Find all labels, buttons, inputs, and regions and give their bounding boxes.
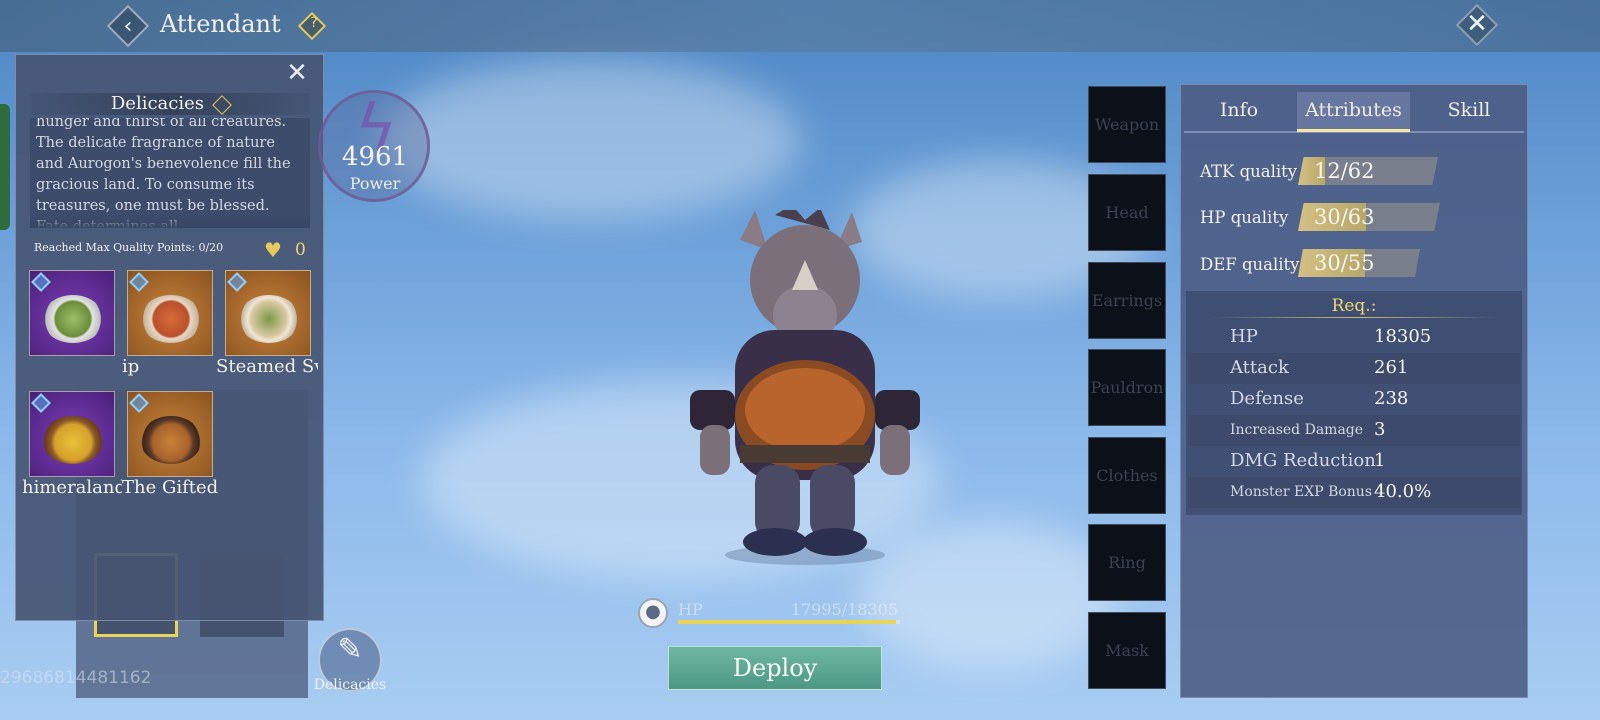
water-drop-icon: ● <box>645 601 661 622</box>
delicacies-button-label: Delicacies <box>313 677 387 693</box>
req-value: 40.0% <box>1374 481 1432 502</box>
equip-slot-label: Clothes <box>1096 466 1158 485</box>
gem-icon <box>31 393 51 413</box>
equip-slot-head[interactable]: Head <box>1088 174 1166 251</box>
dish-name: Steamed Sv <box>216 356 318 377</box>
equip-slot-weapon[interactable]: Weapon <box>1088 86 1166 163</box>
req-row-attack: Attack 261 <box>1188 353 1520 384</box>
req-row-increased-damage: Increased Damage 3 <box>1188 415 1520 446</box>
hp-bar-track <box>678 620 900 624</box>
gem-icon <box>31 272 51 292</box>
dish-name: himeraland <box>22 477 122 498</box>
equip-slot-label: Earrings <box>1091 291 1163 310</box>
atk-quality-bar: 12/62 <box>1298 157 1438 185</box>
help-icon[interactable]: ? <box>304 15 324 31</box>
def-quality-value: 30/55 <box>1314 251 1375 275</box>
tab-skill[interactable]: Skill <box>1414 92 1524 132</box>
atk-quality-value: 12/62 <box>1314 159 1375 183</box>
equip-slot-label: Head <box>1105 203 1149 222</box>
dish-image <box>140 416 202 464</box>
power-label: Power <box>349 174 401 193</box>
side-tab-accent[interactable] <box>0 104 10 230</box>
req-name: Increased Damage <box>1230 422 1364 438</box>
hp-bar-fill <box>678 620 897 624</box>
requirements-divider <box>1210 317 1500 318</box>
dish-item[interactable] <box>127 270 213 356</box>
equip-slot-clothes[interactable]: Clothes <box>1088 437 1166 514</box>
cloud <box>380 60 800 220</box>
hp-quality-bar: 30/63 <box>1298 203 1440 231</box>
dish-item[interactable] <box>29 391 115 477</box>
player-id-text: 29686814481162 <box>0 668 152 688</box>
power-value: 4961 <box>341 142 409 172</box>
dish-item[interactable] <box>29 270 115 356</box>
tab-info[interactable]: Info <box>1184 92 1294 132</box>
def-quality-bar: 30/55 <box>1298 249 1420 277</box>
page-title: Attendant <box>160 10 281 38</box>
req-name: HP <box>1230 326 1258 347</box>
req-value: 3 <box>1374 419 1386 440</box>
hp-quality-label: HP quality <box>1200 208 1289 227</box>
hp-quality-value: 30/63 <box>1314 205 1375 229</box>
req-row-defense: Defense 238 <box>1188 384 1520 415</box>
popup-close-icon[interactable]: ✕ <box>282 58 312 88</box>
feather-icon[interactable]: ✎ <box>332 632 368 667</box>
popup-header: Delicacies <box>30 93 310 115</box>
req-value: 18305 <box>1374 326 1432 347</box>
gem-icon <box>129 393 149 413</box>
tab-attributes[interactable]: Attributes <box>1297 92 1410 132</box>
dish-name: The Gifted <box>122 477 219 498</box>
req-row-monster-exp-bonus: Monster EXP Bonus 40.0% <box>1188 477 1520 508</box>
max-quality-label: Reached Max Quality Points: 0/20 <box>34 241 224 254</box>
req-row-hp: HP 18305 <box>1188 322 1520 353</box>
dish-image <box>42 295 104 343</box>
requirements-title: Req.: <box>1331 296 1377 316</box>
active-tab-indicator <box>1297 129 1410 132</box>
equip-slot-ring[interactable]: Ring <box>1088 524 1166 601</box>
popup-help-icon[interactable] <box>212 94 233 115</box>
description-box[interactable]: hunger and thirst of all creatures. The … <box>30 118 310 228</box>
description-text: hunger and thirst of all creatures. The … <box>36 118 291 228</box>
req-name: Attack <box>1230 357 1289 378</box>
heart-icon: ♥ <box>264 238 282 262</box>
heart-count: 0 <box>295 240 306 260</box>
equip-slot-pauldron[interactable]: Pauldron <box>1088 349 1166 426</box>
equip-slot-label: Weapon <box>1094 115 1160 134</box>
dish-image <box>238 295 300 343</box>
req-value: 238 <box>1374 388 1409 409</box>
description-fade <box>30 214 310 228</box>
deploy-button[interactable]: Deploy <box>668 646 882 690</box>
req-row-dmg-reduction: DMG Reduction 1 <box>1188 446 1520 477</box>
dish-item[interactable] <box>225 270 311 356</box>
dish-image <box>42 416 104 464</box>
gem-icon <box>227 272 247 292</box>
equip-slot-earrings[interactable]: Earrings <box>1088 262 1166 339</box>
equip-slot-mask[interactable]: Mask <box>1088 612 1166 689</box>
popup-title: Delicacies <box>110 93 205 114</box>
atk-quality-label: ATK quality <box>1200 162 1298 181</box>
equip-slot-label: Ring <box>1108 553 1146 572</box>
req-name: Defense <box>1230 388 1304 409</box>
equip-slot-label: Pauldron <box>1090 378 1164 397</box>
hp-value: 17995/18305 <box>790 600 898 619</box>
gem-icon <box>129 272 149 292</box>
dish-image <box>140 295 202 343</box>
back-chevron-icon[interactable]: ‹ <box>113 11 143 41</box>
req-value: 261 <box>1374 357 1409 378</box>
def-quality-label: DEF quality <box>1200 255 1300 274</box>
req-name: DMG Reduction <box>1230 450 1376 471</box>
dish-name: ip <box>122 356 140 377</box>
req-value: 1 <box>1374 450 1386 471</box>
req-name: Monster EXP Bonus <box>1230 484 1373 500</box>
hp-label: HP <box>678 600 703 619</box>
attendant-character <box>690 210 920 565</box>
dish-item[interactable] <box>127 391 213 477</box>
equip-slot-label: Mask <box>1105 641 1149 660</box>
close-icon[interactable]: ✕ <box>1462 9 1492 39</box>
